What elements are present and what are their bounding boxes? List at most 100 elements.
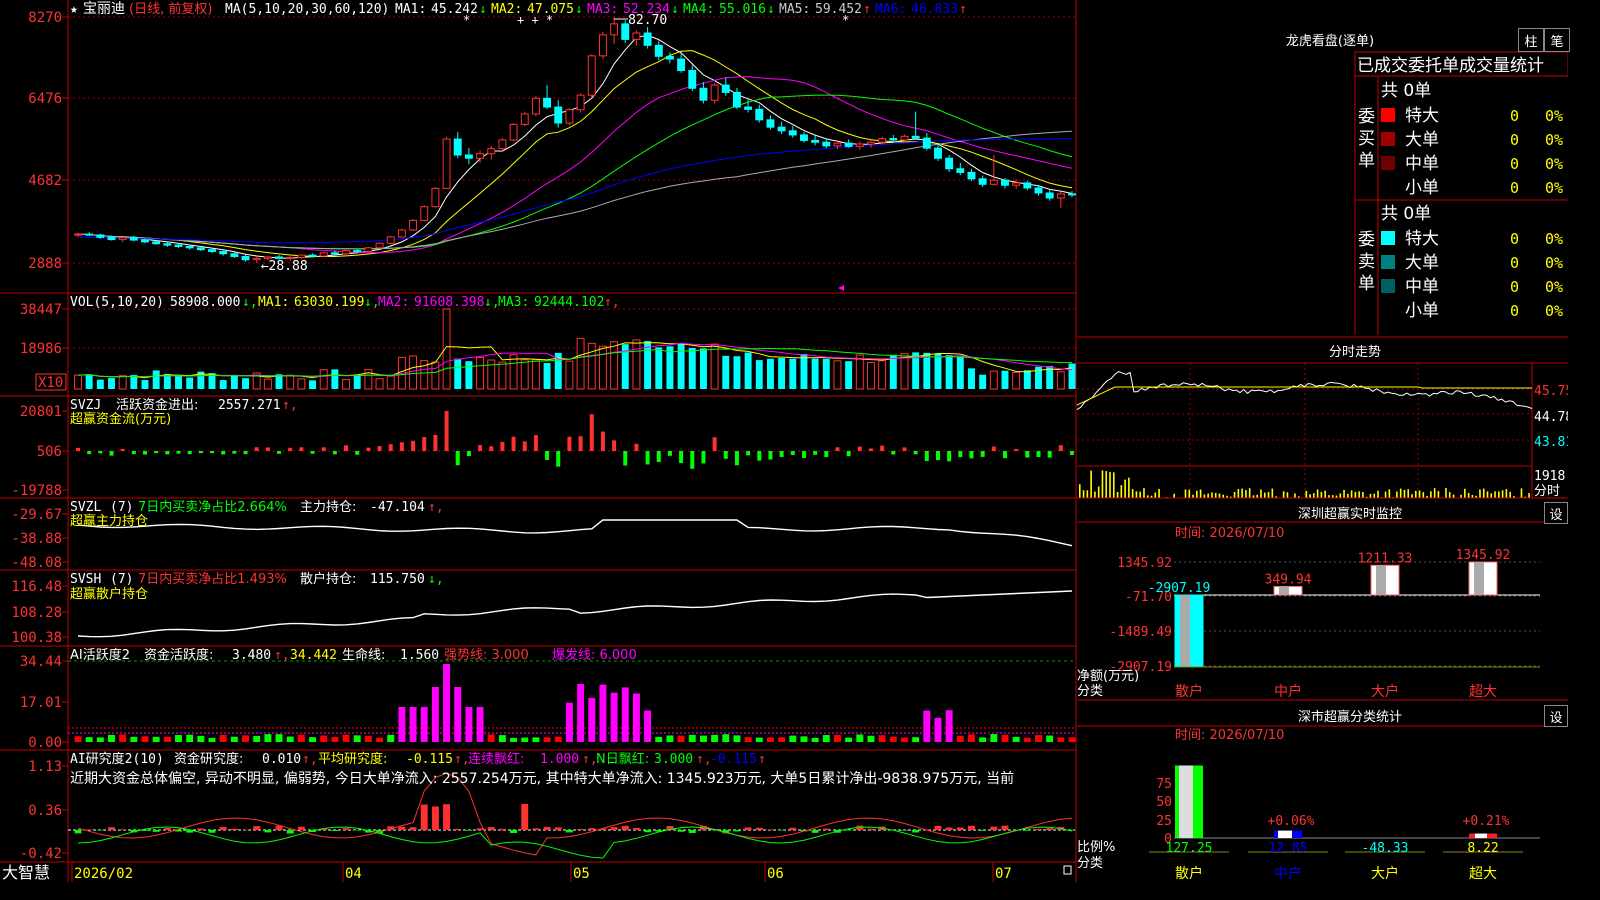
vol-bar xyxy=(644,341,652,389)
activity-bar xyxy=(197,735,205,742)
chart-canvas[interactable]: 827064764682288882.70←28.88★ 宝丽迪 (日线, 前复权)… xyxy=(0,0,1568,882)
bar-mode-button[interactable]: 柱 xyxy=(1518,28,1544,52)
intraday-vol-bar xyxy=(1414,490,1417,498)
intraday-vol-bar xyxy=(1448,492,1451,498)
vol-bar xyxy=(286,374,295,390)
vol-bar xyxy=(811,358,819,389)
vol-ma-value: 92444.102 xyxy=(534,295,604,310)
burst-label: 爆发线: 6.000 xyxy=(552,647,637,663)
res-tick: -0.42 xyxy=(20,846,62,862)
candle xyxy=(911,111,920,140)
ma-value: 52.234 xyxy=(623,2,670,17)
svzl-tick: -38.88 xyxy=(11,531,62,547)
activity-bar xyxy=(431,687,439,742)
candle xyxy=(721,77,730,96)
research-bar xyxy=(845,830,853,831)
monitor-time: 时间: 2026/07/10 xyxy=(1175,526,1284,541)
activity-bar xyxy=(543,737,551,742)
intraday-vol-bar xyxy=(1105,471,1108,498)
activity-bar xyxy=(811,737,819,742)
vol-bar xyxy=(565,360,574,390)
candle xyxy=(252,256,261,263)
activity-bar xyxy=(242,735,249,742)
candle xyxy=(342,249,351,255)
vol-bar xyxy=(845,361,853,389)
activity-bar xyxy=(465,707,473,742)
flow-bar xyxy=(1036,451,1041,457)
research-bar xyxy=(230,828,238,830)
activity-bar xyxy=(74,736,82,742)
candle xyxy=(699,81,708,104)
flow-bar xyxy=(656,451,661,463)
flow-bar xyxy=(746,451,751,456)
act-name: AI活跃度2 xyxy=(70,647,130,663)
activity-bar xyxy=(677,735,685,742)
candle xyxy=(643,27,652,49)
activity-bar xyxy=(275,734,283,742)
vol-bar xyxy=(677,343,685,389)
activity-bar xyxy=(454,687,462,742)
monitor-bar xyxy=(1370,564,1400,596)
intraday-vol-bar xyxy=(1214,492,1217,498)
vol-bar xyxy=(688,347,696,389)
flow-bar xyxy=(679,451,684,464)
flow-bar xyxy=(924,451,929,462)
research-bar xyxy=(152,830,160,832)
vol-bar xyxy=(900,353,909,390)
candle xyxy=(487,145,496,160)
vol-bar xyxy=(309,380,317,389)
vol-bar xyxy=(822,358,830,389)
activity-bar xyxy=(409,707,417,742)
svzj-value: 2557.271 xyxy=(218,398,281,413)
sell-row-pct: 0% xyxy=(1545,230,1563,248)
flow-bar xyxy=(1047,451,1052,458)
activity-bar xyxy=(119,734,127,742)
classify-top-label: +0.21% xyxy=(1463,814,1510,829)
monitor-settings-button[interactable]: 设 xyxy=(1544,502,1568,524)
price-tick: 8270 xyxy=(28,10,62,26)
flow-bar xyxy=(824,451,829,458)
intraday-title[interactable]: 分时走势 xyxy=(1240,341,1470,360)
research-bar xyxy=(677,830,685,832)
flow-bar xyxy=(578,436,583,451)
research-bar xyxy=(487,827,495,830)
intraday-vol-bar xyxy=(1260,489,1262,498)
buy-row-count: 0 xyxy=(1510,155,1519,173)
candle xyxy=(799,132,808,143)
flow-bar xyxy=(511,436,516,451)
svsh-label: 散户持仓: xyxy=(300,571,356,587)
research-bar xyxy=(1035,828,1042,830)
activity-bar xyxy=(85,737,93,742)
candle xyxy=(375,242,384,249)
price-tick: 4682 xyxy=(28,173,62,189)
vol-bar xyxy=(442,308,451,390)
vol-bar xyxy=(409,355,418,390)
activity-bar xyxy=(175,735,182,742)
ma2-line xyxy=(77,50,1073,257)
date-label: 07 xyxy=(995,866,1012,882)
research-bar xyxy=(108,827,115,830)
buy-row-count: 0 xyxy=(1510,107,1519,125)
svzl-name: SVZL xyxy=(70,500,101,515)
tick-mode-button[interactable]: 笔 xyxy=(1544,28,1570,52)
candle xyxy=(688,64,697,92)
flow-bar xyxy=(969,451,974,459)
vol-bar xyxy=(297,378,306,390)
intraday-tick: 44.78 xyxy=(1534,410,1568,425)
research-bar xyxy=(331,830,339,831)
classify-settings-button[interactable]: 设 xyxy=(1544,705,1568,727)
activity-bar xyxy=(420,707,428,742)
classify-unit: 分类 xyxy=(1077,856,1103,871)
vol-ma-value: 91608.398 xyxy=(414,295,484,310)
classify-value: 127.25 xyxy=(1166,841,1213,856)
flow-bar xyxy=(87,451,92,455)
monitor-unit: 分类 xyxy=(1077,684,1103,699)
intraday-vol-bar xyxy=(1437,491,1440,498)
monitor-bar-label: 1211.33 xyxy=(1358,551,1413,566)
red-label: 连续飘红: xyxy=(468,751,524,767)
activity-bar xyxy=(688,734,696,742)
candle xyxy=(453,132,462,159)
svzj-arrow: ↑, xyxy=(282,398,298,413)
flow-bar xyxy=(757,451,762,461)
activity-bar xyxy=(833,734,841,742)
